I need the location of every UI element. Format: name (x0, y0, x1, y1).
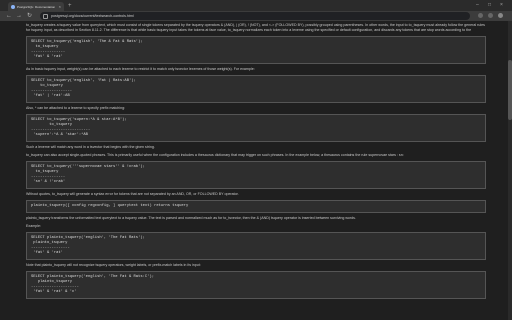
code-line: 'sn' & !'crab' (31, 180, 66, 184)
code-block-2: SELECT to_tsquery('english', 'Fat | Rats… (26, 75, 486, 103)
url-text: postgresql.org/docs/current/textsearch-c… (51, 14, 134, 18)
doc-body: to_tsquery creates a tsquery value from … (26, 23, 486, 302)
code-line: ------------------ (31, 89, 73, 93)
minimize-icon[interactable]: – (476, 1, 479, 9)
code-line: 'supern':*A & 'star':*AB (31, 133, 88, 137)
paragraph: Example: (26, 224, 41, 228)
extensions-icon[interactable] (478, 13, 483, 18)
code-line: to_tsquery (31, 45, 59, 49)
paragraph: to_tsquery can also accept single-quoted… (26, 153, 404, 157)
code-block-7: SELECT plainto_tsquery('english', 'The F… (26, 271, 486, 299)
code-line: SELECT to_tsquery('english', 'Fat | Rats… (31, 79, 136, 83)
back-icon[interactable]: ← (6, 12, 12, 20)
menu-icon[interactable] (498, 13, 503, 18)
code-line: SELECT to_tsquery('''supernovae stars'' … (31, 165, 145, 169)
code-block-3: SELECT to_tsquery('supern:*A & star:A*B'… (26, 114, 486, 142)
code-line: to_tsquery (31, 123, 73, 127)
code-line: --------------- (31, 175, 66, 179)
reload-icon[interactable]: ↻ (27, 12, 32, 20)
paragraph: to_tsquery creates a tsquery value from … (26, 23, 485, 32)
paragraph: Note that plainto_tsquery will not recog… (26, 263, 201, 267)
lock-icon (43, 13, 48, 19)
code-line: ----------------- (31, 246, 70, 250)
code-line: 'fat' & 'rat' (31, 251, 63, 255)
scrollbar-thumb[interactable] (508, 60, 512, 120)
page-content: to_tsquery creates a tsquery value from … (0, 21, 512, 320)
browser-titlebar: PostgreSQL: Documentation × + – □ × (0, 0, 512, 11)
code-line: to_tsquery (31, 84, 63, 88)
paragraph: Also, * can be attached to a lexeme to s… (26, 106, 126, 110)
address-bar[interactable]: postgresql.org/docs/current/textsearch-c… (40, 12, 470, 20)
code-block-1: SELECT to_tsquery('english', 'The & Fat … (26, 36, 486, 64)
code-line: SELECT plainto_tsquery('english', 'The F… (31, 275, 155, 279)
paragraph: Without quotes, to_tsquery will generate… (26, 192, 239, 196)
tab-title: PostgreSQL: Documentation (17, 4, 56, 9)
code-line: SELECT to_tsquery('english', 'The & Fat … (31, 40, 143, 44)
code-line: plainto_tsquery([ config regconfig, ] qu… (31, 204, 189, 208)
forward-icon[interactable]: → (16, 12, 22, 20)
code-line: SELECT to_tsquery('supern:*A & star:A*B'… (31, 118, 127, 122)
code-line: SELECT plainto_tsquery('english', 'The F… (31, 236, 145, 240)
code-line: --------------------- (31, 285, 79, 289)
code-line: 'fat' & 'rat' & 'c' (31, 290, 77, 294)
paragraph: Such a lexeme will match any word in a t… (26, 145, 155, 149)
new-tab-icon[interactable]: + (68, 2, 72, 10)
paragraph: As in basic tsquery input, weight(s) can… (26, 67, 255, 71)
code-block-5: plainto_tsquery([ config regconfig, ] qu… (26, 200, 486, 213)
maximize-icon[interactable]: □ (488, 1, 491, 9)
code-block-6: SELECT plainto_tsquery('english', 'The F… (26, 232, 486, 260)
code-line: to_tsquery (31, 170, 59, 174)
browser-tab[interactable]: PostgreSQL: Documentation × (8, 2, 64, 11)
code-line: plainto_tsquery (31, 241, 68, 245)
profile-icon[interactable] (488, 13, 493, 18)
favicon-icon (11, 4, 15, 9)
paragraph: plainto_tsquery transforms the unformatt… (26, 216, 356, 220)
code-block-4: SELECT to_tsquery('''supernovae stars'' … (26, 161, 486, 189)
code-line: 'fat' & 'rat' (31, 55, 63, 59)
code-line: 'fat' | 'rat':AB (31, 94, 70, 98)
code-line: -------------------------- (31, 128, 91, 132)
code-line: plainto_tsquery (31, 280, 73, 284)
browser-toolbar: ← → ↻ postgresql.org/docs/current/textse… (0, 11, 512, 21)
code-line: --------------- (31, 50, 66, 54)
tab-close-icon[interactable]: × (59, 4, 61, 9)
close-window-icon[interactable]: × (500, 1, 503, 9)
